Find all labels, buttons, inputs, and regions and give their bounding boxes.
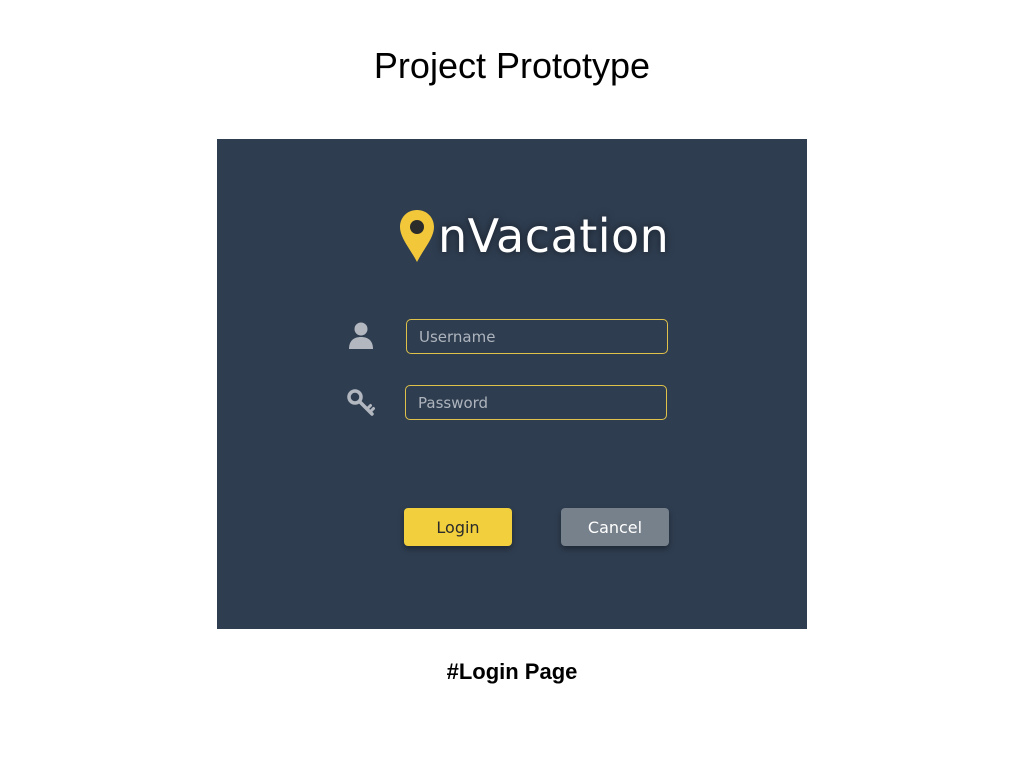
slide-title: Project Prototype [373, 45, 651, 86]
password-input[interactable] [405, 385, 667, 420]
user-icon [346, 320, 376, 350]
login-button[interactable]: Login [404, 508, 512, 546]
login-screen-mockup: nVacation Login Cancel [217, 139, 807, 629]
app-name: nVacation [438, 209, 670, 263]
username-input[interactable] [406, 319, 668, 354]
cancel-button[interactable]: Cancel [561, 508, 669, 546]
slide: Project Prototype nVacation Username Log… [0, 0, 1024, 768]
slide-caption: #Login Page [446, 659, 578, 684]
location-pin-icon [398, 208, 436, 264]
key-icon [346, 387, 376, 417]
app-logo: nVacation [398, 207, 669, 265]
